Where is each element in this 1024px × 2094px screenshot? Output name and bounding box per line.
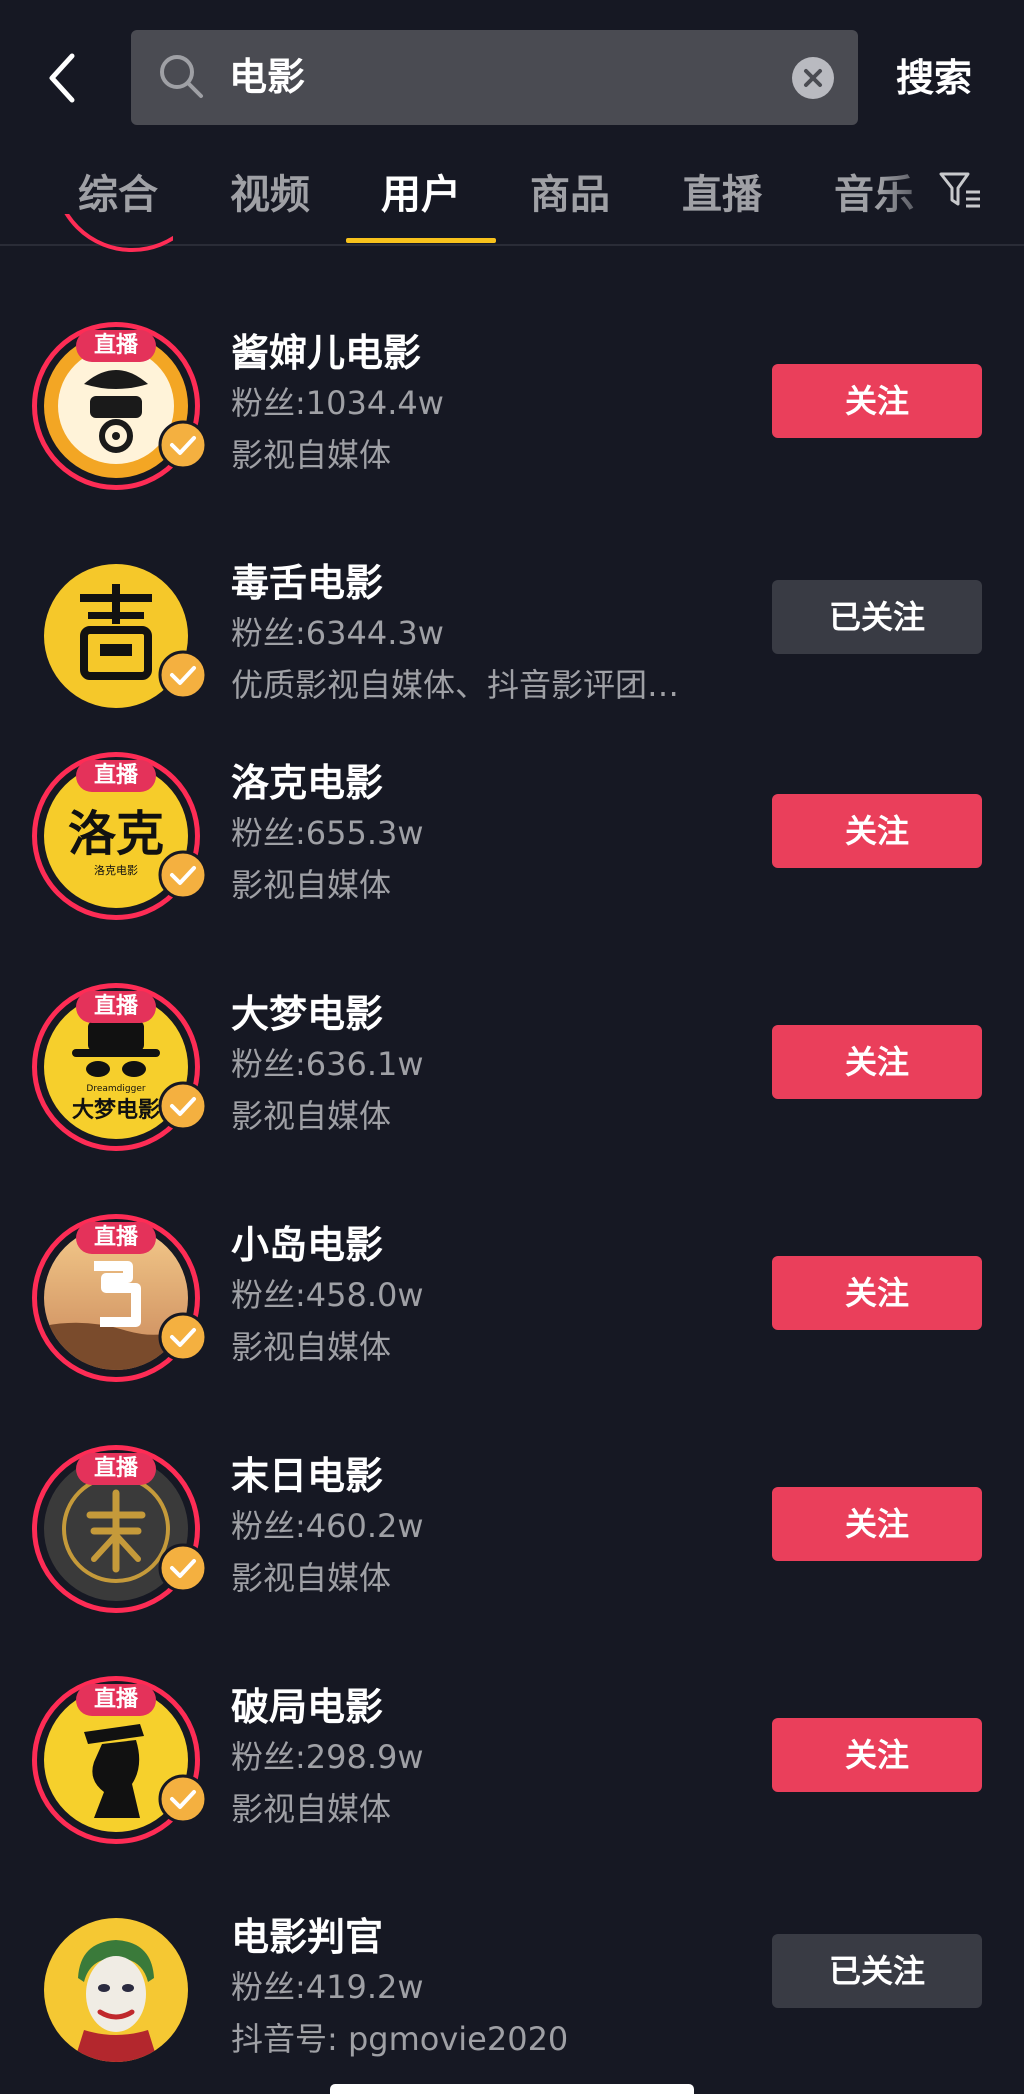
user-name: 酱婶儿电影: [231, 331, 422, 375]
tab-users[interactable]: 用户: [373, 150, 469, 240]
user-description: 影视自媒体: [231, 1097, 392, 1135]
live-badge: 直播: [76, 991, 156, 1023]
live-badge: 直播: [76, 1684, 156, 1716]
search-results-page: 电影 搜索 综合 视频 用户 商品 直播 音乐 直播 酱婶儿电影 粉丝:1034…: [0, 0, 1024, 2094]
user-description: 影视自媒体: [231, 1559, 392, 1597]
user-description: 影视自媒体: [231, 1790, 392, 1828]
follow-button[interactable]: 关注: [772, 1718, 982, 1792]
list-item[interactable]: Dreamdigger 大梦电影 直播 大梦电影 粉丝:636.1w 影视自媒体…: [0, 983, 1024, 1183]
follow-button[interactable]: 关注: [772, 794, 982, 868]
search-input[interactable]: 电影: [131, 30, 858, 125]
check-circle-icon: [158, 420, 208, 470]
svg-text:洛克: 洛克: [68, 806, 164, 862]
avatar[interactable]: Dreamdigger 大梦电影 直播: [32, 983, 208, 1151]
close-icon: [804, 69, 822, 87]
user-name: 洛克电影: [231, 761, 384, 805]
follow-button[interactable]: 关注: [772, 364, 982, 438]
avatar[interactable]: 洛克 洛克电影 直播: [32, 752, 208, 920]
fans-count: 粉丝:636.1w: [231, 1045, 424, 1083]
live-badge: 直播: [76, 1453, 156, 1485]
tab-videos[interactable]: 视频: [222, 150, 318, 240]
avatar[interactable]: 直播: [32, 1445, 208, 1613]
filter-icon[interactable]: [938, 168, 982, 212]
fans-count: 粉丝:298.9w: [231, 1738, 424, 1776]
live-badge: 直播: [76, 330, 156, 362]
search-header: 电影 搜索: [0, 0, 1024, 150]
list-item[interactable]: 直播 破局电影 粉丝:298.9w 影视自媒体 关注: [0, 1676, 1024, 1876]
follow-button[interactable]: 关注: [772, 1256, 982, 1330]
back-button[interactable]: [40, 48, 90, 108]
check-circle-icon: [158, 1543, 208, 1593]
list-item[interactable]: 电影判官 粉丝:419.2w 抖音号: pgmovie2020 已关注: [0, 1906, 1024, 2094]
check-circle-icon: [158, 650, 208, 700]
avatar[interactable]: [53, 214, 173, 260]
user-description: 影视自媒体: [231, 866, 392, 904]
list-item[interactable]: 直播 末日电影 粉丝:460.2w 影视自媒体 关注: [0, 1445, 1024, 1645]
user-id: 抖音号: pgmovie2020: [231, 2020, 569, 2058]
fans-count: 粉丝:1034.4w: [231, 384, 444, 422]
clear-search-button[interactable]: [792, 57, 834, 99]
avatar[interactable]: [32, 552, 208, 720]
svg-text:洛克电影: 洛克电影: [94, 863, 138, 877]
svg-text:大梦电影: 大梦电影: [72, 1097, 160, 1123]
followed-button[interactable]: 已关注: [772, 1934, 982, 2008]
fans-count: 粉丝:6344.3w: [231, 614, 444, 652]
user-name: 大梦电影: [231, 992, 384, 1036]
user-description: 影视自媒体: [231, 436, 392, 474]
check-circle-icon: [158, 1312, 208, 1362]
list-item[interactable]: 毒舌电影 粉丝:6344.3w 优质影视自媒体、抖音影评团… 已关注: [0, 552, 1024, 752]
svg-text:Dreamdigger: Dreamdigger: [86, 1084, 145, 1094]
user-name: 小岛电影: [231, 1223, 384, 1267]
fans-count: 粉丝:458.0w: [231, 1276, 424, 1314]
user-name: 毒舌电影: [231, 561, 384, 605]
fans-count: 粉丝:419.2w: [231, 1968, 424, 2006]
search-query-text: 电影: [229, 55, 306, 99]
search-button[interactable]: 搜索: [896, 40, 972, 116]
fans-count: 粉丝:460.2w: [231, 1507, 424, 1545]
chevron-left-icon: [49, 53, 75, 103]
list-item[interactable]: 直播 小岛电影 粉丝:458.0w 影视自媒体 关注: [0, 1214, 1024, 1414]
avatar[interactable]: 直播: [32, 322, 208, 490]
search-icon: [160, 55, 203, 98]
avatar[interactable]: 直播: [32, 1214, 208, 1382]
user-description: 优质影视自媒体、抖音影评团…: [231, 666, 680, 704]
follow-button[interactable]: 关注: [772, 1487, 982, 1561]
user-name: 破局电影: [231, 1685, 384, 1729]
live-badge: 直播: [76, 760, 156, 792]
user-description: 影视自媒体: [231, 1328, 392, 1366]
user-name: 电影判官: [231, 1915, 384, 1959]
avatar[interactable]: 直播: [32, 1676, 208, 1844]
tab-live[interactable]: 直播: [674, 150, 770, 240]
tab-products[interactable]: 商品: [522, 150, 618, 240]
followed-button[interactable]: 已关注: [772, 580, 982, 654]
fans-count: 粉丝:655.3w: [231, 814, 424, 852]
list-item[interactable]: 直播 酱婶儿电影 粉丝:1034.4w 影视自媒体 关注: [0, 322, 1024, 522]
home-indicator[interactable]: [330, 2084, 694, 2094]
avatar[interactable]: [32, 1906, 200, 2074]
follow-button[interactable]: 关注: [772, 1025, 982, 1099]
check-circle-icon: [158, 1081, 208, 1131]
user-name: 末日电影: [231, 1454, 384, 1498]
live-badge: 直播: [76, 1222, 156, 1254]
check-circle-icon: [158, 850, 208, 900]
check-circle-icon: [158, 1774, 208, 1824]
active-tab-indicator: [346, 238, 496, 243]
list-item[interactable]: 洛克 洛克电影 直播 洛克电影 粉丝:655.3w 影视自媒体 关注: [0, 752, 1024, 952]
